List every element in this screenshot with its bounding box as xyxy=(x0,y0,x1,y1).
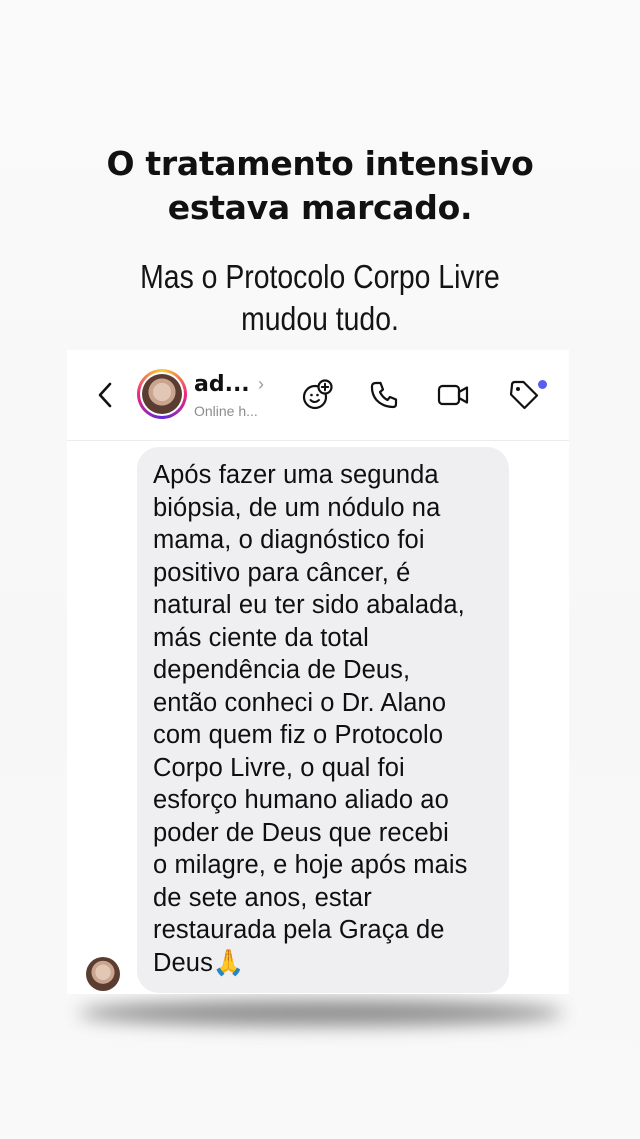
sticker-add-icon xyxy=(302,379,333,410)
video-call-button[interactable] xyxy=(436,378,470,412)
phone-icon xyxy=(370,381,398,409)
subheadline-line-2: mudou tudo. xyxy=(241,300,399,337)
message-line: biópsia, de um nódulo na xyxy=(153,493,441,522)
sender-avatar[interactable] xyxy=(86,957,120,991)
avatar-photo xyxy=(142,374,182,414)
message-line: com quem fiz o Protocolo xyxy=(153,721,444,749)
message-bubble[interactable]: Após fazer uma segunda biópsia, de um nó… xyxy=(137,447,509,993)
message-line: natural eu ter sido abalada, xyxy=(153,591,465,619)
chat-header: ad... › Online h... xyxy=(67,350,569,441)
message-text: Após fazer uma segunda biópsia, de um nó… xyxy=(153,459,509,979)
contact-status: Online h... xyxy=(194,403,258,419)
sticker-add-button[interactable] xyxy=(300,378,334,412)
contact-name[interactable]: ad... xyxy=(194,372,250,397)
headline-line-2: estava marcado. xyxy=(167,188,473,227)
back-button[interactable] xyxy=(93,378,119,412)
message-line: Deus🙏 xyxy=(153,948,245,977)
message-line: Corpo Livre, o qual foi xyxy=(153,753,405,782)
card-shadow xyxy=(78,1000,564,1026)
message-line: de sete anos, estar xyxy=(153,883,372,912)
tag-button[interactable] xyxy=(507,378,541,412)
headline-line-1: O tratamento intensivo xyxy=(106,144,534,183)
chat-screenshot-card: ad... › Online h... Após fazer uma segun… xyxy=(67,350,569,994)
headline: O tratamento intensivo estava marcado. xyxy=(0,142,640,230)
video-camera-icon xyxy=(437,384,469,406)
profile-avatar[interactable] xyxy=(137,369,187,419)
message-line: mama, o diagnóstico foi xyxy=(153,526,425,554)
subheadline-line-1: Mas o Protocolo Corpo Livre xyxy=(140,258,500,295)
message-line: esforço humano aliado ao xyxy=(153,786,449,814)
notification-dot xyxy=(538,380,547,389)
message-line: Após fazer uma segunda xyxy=(153,461,439,489)
message-line: então conheci o Dr. Alano xyxy=(153,688,447,717)
message-line: dependência de Deus, xyxy=(153,656,411,684)
message-line: más ciente da total xyxy=(153,623,369,652)
message-line: o milagre, e hoje após mais xyxy=(153,851,468,879)
message-line: poder de Deus que recebi xyxy=(153,818,449,847)
message-line: positivo para câncer, é xyxy=(153,558,411,587)
call-button[interactable] xyxy=(367,378,401,412)
subheadline: Mas o Protocolo Corpo Livre mudou tudo. xyxy=(45,256,595,340)
message-line: restaurada pela Graça de xyxy=(153,916,445,944)
chevron-left-icon xyxy=(98,382,112,408)
tag-icon xyxy=(509,380,539,410)
chevron-right-icon: › xyxy=(258,374,264,394)
